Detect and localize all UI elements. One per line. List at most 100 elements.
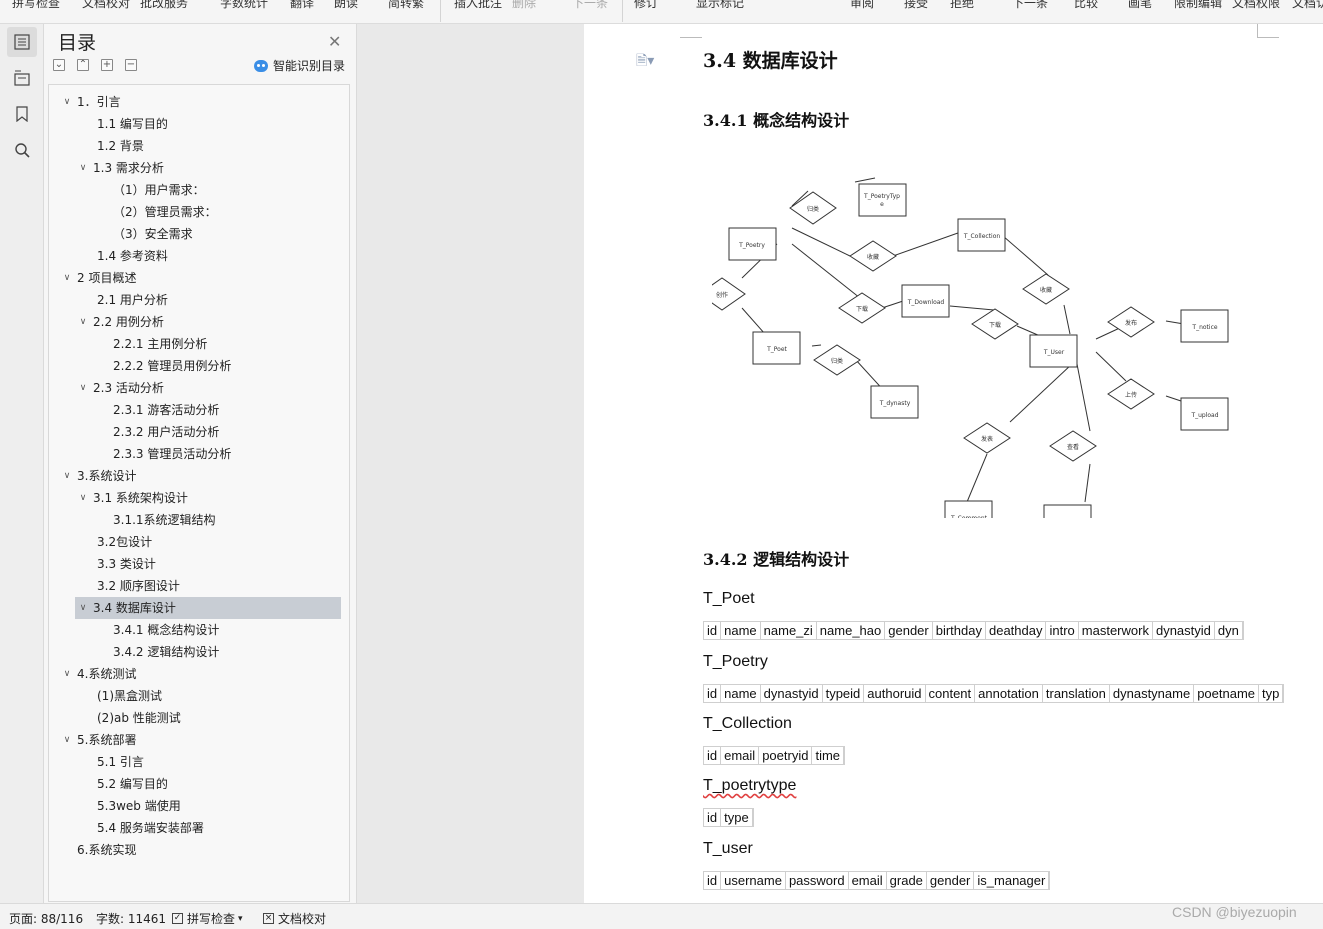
toc-item[interactable]: （1）用户需求： bbox=[91, 179, 341, 201]
toc-item-label: 6.系统实现 bbox=[77, 843, 137, 857]
toc-item[interactable]: 2.2.1 主用例分析 bbox=[91, 333, 341, 355]
track-changes-button[interactable]: 修订 bbox=[634, 0, 658, 11]
reject-button[interactable]: 拒绝 bbox=[950, 0, 974, 11]
er-label-t-poetrytype: T_PoetryTyp bbox=[863, 193, 900, 200]
translate-button[interactable]: 翻译 bbox=[290, 0, 314, 11]
toc-item[interactable]: ∨ 5.系统部署 bbox=[59, 729, 341, 751]
chevron-down-icon[interactable]: ∨ bbox=[59, 91, 75, 113]
toc-item-label: （3）安全需求 bbox=[113, 227, 193, 241]
toc-item[interactable]: 2.2.2 管理员用例分析 bbox=[91, 355, 341, 377]
bookmark-rail-button[interactable] bbox=[7, 99, 37, 129]
insert-comment-button[interactable]: 插入批注 bbox=[454, 0, 502, 11]
doc-permission-button[interactable]: 文档权限 bbox=[1232, 0, 1280, 11]
table-field-cell: dynastyid bbox=[761, 685, 823, 702]
chevron-down-icon[interactable]: ∨ bbox=[75, 487, 91, 509]
toc-item[interactable]: 3.4.1 概念结构设计 bbox=[91, 619, 341, 641]
toc-item-label: 2.3.3 管理员活动分析 bbox=[113, 447, 232, 461]
page-indicator[interactable]: 页面: 88/116 bbox=[9, 910, 83, 927]
spell-check-button[interactable]: 拼写检查 bbox=[12, 0, 60, 11]
toc-item[interactable]: ∨ 2.2 用例分析 bbox=[75, 311, 341, 333]
show-markup-button[interactable]: 显示标记 bbox=[696, 0, 744, 11]
accept-button[interactable]: 接受 bbox=[904, 0, 928, 11]
review-service-button[interactable]: 批改服务 bbox=[140, 0, 188, 11]
chevron-down-icon[interactable]: ∨ bbox=[59, 465, 75, 487]
table-field-cell: gender bbox=[885, 622, 933, 639]
doc-proof-button[interactable]: 文档校对 bbox=[82, 0, 130, 11]
plus-icon[interactable]: + bbox=[101, 59, 113, 71]
review-button[interactable]: 审阅 bbox=[850, 0, 874, 11]
chevron-down-icon[interactable]: ∨ bbox=[59, 663, 75, 685]
toc-item[interactable]: 1.2 背景 bbox=[75, 135, 341, 157]
toc-item[interactable]: ∨ 2.3 活动分析 bbox=[75, 377, 341, 399]
toc-rail-button[interactable] bbox=[7, 27, 37, 57]
toc-item[interactable]: 3.3 类设计 bbox=[75, 553, 341, 575]
chevron-down-icon[interactable]: ∨ bbox=[75, 597, 91, 619]
toc-item[interactable]: 3.1.1系统逻辑结构 bbox=[91, 509, 341, 531]
toc-item[interactable]: 3.2包设计 bbox=[75, 531, 341, 553]
word-count[interactable]: 字数: 11461 bbox=[96, 910, 166, 927]
toc-item[interactable]: 6.系统实现 bbox=[59, 839, 341, 861]
pen-button[interactable]: 画笔 bbox=[1128, 0, 1152, 11]
table-name-t-poet: T_Poet bbox=[703, 590, 755, 607]
search-rail-button[interactable] bbox=[7, 135, 37, 165]
er-label-t-poetry: T_Poetry bbox=[738, 242, 765, 249]
doc-auth-button[interactable]: 文档认 bbox=[1292, 0, 1323, 11]
delete-comment-button[interactable]: 删除 bbox=[512, 0, 536, 11]
next-change-button[interactable]: 下一条 bbox=[1012, 0, 1048, 11]
document-page[interactable]: 🗎▾ 3.4 数据库设计 3.4.1 概念结构设计 T_PoetryTyp e … bbox=[584, 24, 1323, 903]
toc-item[interactable]: ∨ 4.系统测试 bbox=[59, 663, 341, 685]
compare-button[interactable]: 比较 bbox=[1074, 0, 1098, 11]
toc-item[interactable]: ∨ 3.系统设计 bbox=[59, 465, 341, 487]
toc-item[interactable]: 5.1 引言 bbox=[75, 751, 341, 773]
simplified-to-traditional-button[interactable]: 简转繁 bbox=[388, 0, 424, 11]
smart-toc-button[interactable]: 智能识别目录 bbox=[254, 57, 345, 74]
close-icon[interactable]: ✕ bbox=[328, 32, 341, 51]
toc-item[interactable]: 2.1 用户分析 bbox=[75, 289, 341, 311]
chevron-down-icon[interactable]: ∨ bbox=[75, 157, 91, 179]
expand-up-icon[interactable]: ⌃ bbox=[77, 59, 89, 71]
toc-item[interactable]: 1.1 编写目的 bbox=[75, 113, 341, 135]
toc-item[interactable]: （2）管理员需求： bbox=[91, 201, 341, 223]
table-field-cell: authoruid bbox=[864, 685, 926, 702]
status-spell-check[interactable]: ✓ 拼写检查 ▾ bbox=[172, 910, 243, 927]
status-proof[interactable]: × 文档校对 bbox=[263, 910, 326, 927]
er-label-t-poetrytype-tail: e bbox=[880, 201, 884, 208]
toc-item[interactable]: ∨ 3.1 系统架构设计 bbox=[75, 487, 341, 509]
toc-item-label: 5.系统部署 bbox=[77, 733, 137, 747]
chapter-rail-button[interactable] bbox=[7, 63, 37, 93]
er-label-t-download: T_Download bbox=[907, 299, 945, 306]
toc-item[interactable]: ∨ 1．引言 bbox=[59, 91, 341, 113]
chevron-down-icon[interactable]: ∨ bbox=[59, 729, 75, 751]
restrict-editing-button[interactable]: 限制编辑 bbox=[1174, 0, 1222, 11]
chevron-down-icon[interactable]: ∨ bbox=[59, 267, 75, 289]
toc-item[interactable]: 2.3.2 用户活动分析 bbox=[91, 421, 341, 443]
toc-item[interactable]: (1)黑盒测试 bbox=[75, 685, 341, 707]
collapse-all-icon[interactable]: ⌄ bbox=[53, 59, 65, 71]
toc-item[interactable]: 2.3.3 管理员活动分析 bbox=[91, 443, 341, 465]
toc-item[interactable]: 5.2 编写目的 bbox=[75, 773, 341, 795]
toc-item-label: 3.1.1系统逻辑结构 bbox=[113, 513, 216, 527]
toc-item[interactable]: 3.2 顺序图设计 bbox=[75, 575, 341, 597]
toc-item[interactable]: 5.3web 端使用 bbox=[75, 795, 341, 817]
toc-item[interactable]: (2)ab 性能测试 bbox=[75, 707, 341, 729]
status-spell-label: 拼写检查 bbox=[187, 912, 236, 926]
toc-item[interactable]: 2.3.1 游客活动分析 bbox=[91, 399, 341, 421]
toc-item[interactable]: ∨ 2 项目概述 bbox=[59, 267, 341, 289]
table-field-cell: id bbox=[704, 872, 722, 889]
toc-item-label: 2.1 用户分析 bbox=[97, 293, 168, 307]
toc-item[interactable]: ∨ 3.4 数据库设计 bbox=[75, 597, 341, 619]
table-name-t-user: T_user bbox=[703, 840, 753, 857]
chevron-down-icon[interactable]: ∨ bbox=[75, 311, 91, 333]
minus-icon[interactable]: − bbox=[125, 59, 137, 71]
chevron-down-icon[interactable]: ∨ bbox=[75, 377, 91, 399]
toc-item[interactable]: （3）安全需求 bbox=[91, 223, 341, 245]
toc-item[interactable]: 1.4 参考资料 bbox=[75, 245, 341, 267]
toc-item[interactable]: ∨ 1.3 需求分析 bbox=[75, 157, 341, 179]
word-count-button[interactable]: 字数统计 bbox=[220, 0, 268, 11]
paragraph-layout-icon[interactable]: 🗎▾ bbox=[636, 50, 654, 74]
toc-item[interactable]: 5.4 服务端安装部署 bbox=[75, 817, 341, 839]
er-label-rel-upload: 上传 bbox=[1125, 391, 1137, 399]
toc-item[interactable]: 3.4.2 逻辑结构设计 bbox=[91, 641, 341, 663]
next-comment-button[interactable]: 下一条 bbox=[572, 0, 608, 11]
read-aloud-button[interactable]: 朗读 bbox=[334, 0, 358, 11]
